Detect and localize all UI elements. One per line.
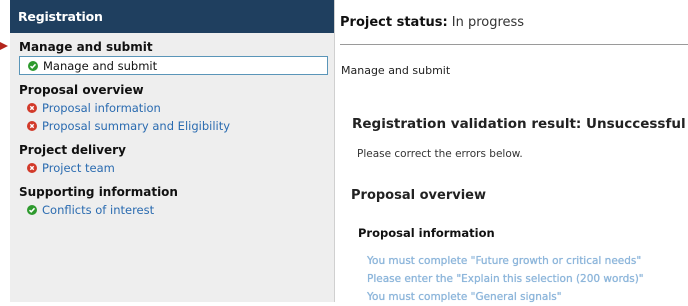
sidebar-section-manage: Manage and submit Manage and submit bbox=[10, 39, 334, 75]
sidebar: Registration Manage and submit Manage an… bbox=[10, 0, 335, 302]
sidebar-item-label: Proposal summary and Eligibility bbox=[42, 119, 231, 133]
x-circle-icon bbox=[27, 103, 37, 113]
sidebar-heading: Proposal overview bbox=[19, 83, 144, 97]
error-link[interactable]: You must complete "Future growth or crit… bbox=[367, 252, 644, 270]
validation-message: Please correct the errors below. bbox=[357, 148, 523, 160]
sidebar-item-label: Conflicts of interest bbox=[42, 203, 155, 217]
sidebar-item-proposal-information[interactable]: Proposal information bbox=[19, 99, 334, 117]
check-circle-icon bbox=[28, 60, 38, 71]
sidebar-item-proposal-summary[interactable]: Proposal summary and Eligibility bbox=[19, 117, 334, 135]
page-title: Manage and submit bbox=[341, 64, 451, 77]
error-link[interactable]: Please enter the "Explain this selection… bbox=[367, 270, 644, 288]
sidebar-heading: Project delivery bbox=[19, 143, 126, 157]
sidebar-heading: Manage and submit bbox=[19, 40, 153, 54]
sidebar-item-project-team[interactable]: Project team bbox=[19, 159, 334, 177]
sidebar-item-conflicts-of-interest[interactable]: Conflicts of interest bbox=[19, 201, 334, 219]
subsection-title: Proposal information bbox=[358, 226, 495, 240]
project-status-value: In progress bbox=[451, 14, 525, 30]
sidebar-header: Registration bbox=[10, 0, 334, 33]
sidebar-item-manage-and-submit[interactable]: Manage and submit bbox=[19, 56, 328, 75]
check-circle-icon bbox=[27, 205, 37, 215]
sidebar-header-title: Registration bbox=[18, 9, 103, 24]
sidebar-heading: Supporting information bbox=[19, 185, 178, 199]
sidebar-section-project-delivery: Project delivery Project team bbox=[10, 142, 334, 177]
project-status-bar: Project status: In progress bbox=[340, 0, 688, 45]
x-circle-icon bbox=[27, 163, 37, 173]
project-status-label: Project status: bbox=[340, 14, 448, 30]
sidebar-item-label: Project team bbox=[42, 161, 115, 175]
sidebar-section-proposal-overview: Proposal overview Proposal information P… bbox=[10, 82, 334, 135]
validation-result-title: Registration validation result: Unsucces… bbox=[352, 116, 686, 132]
sidebar-section-supporting-information: Supporting information Conflicts of inte… bbox=[10, 184, 334, 219]
current-page-arrow-icon bbox=[0, 42, 8, 50]
error-link[interactable]: You must complete "General signals" bbox=[367, 288, 644, 306]
sidebar-item-label: Manage and submit bbox=[43, 58, 158, 73]
x-circle-icon bbox=[27, 121, 37, 131]
section-title: Proposal overview bbox=[351, 188, 486, 203]
sidebar-item-label: Proposal information bbox=[42, 101, 161, 115]
error-list: You must complete "Future growth or crit… bbox=[367, 252, 644, 306]
